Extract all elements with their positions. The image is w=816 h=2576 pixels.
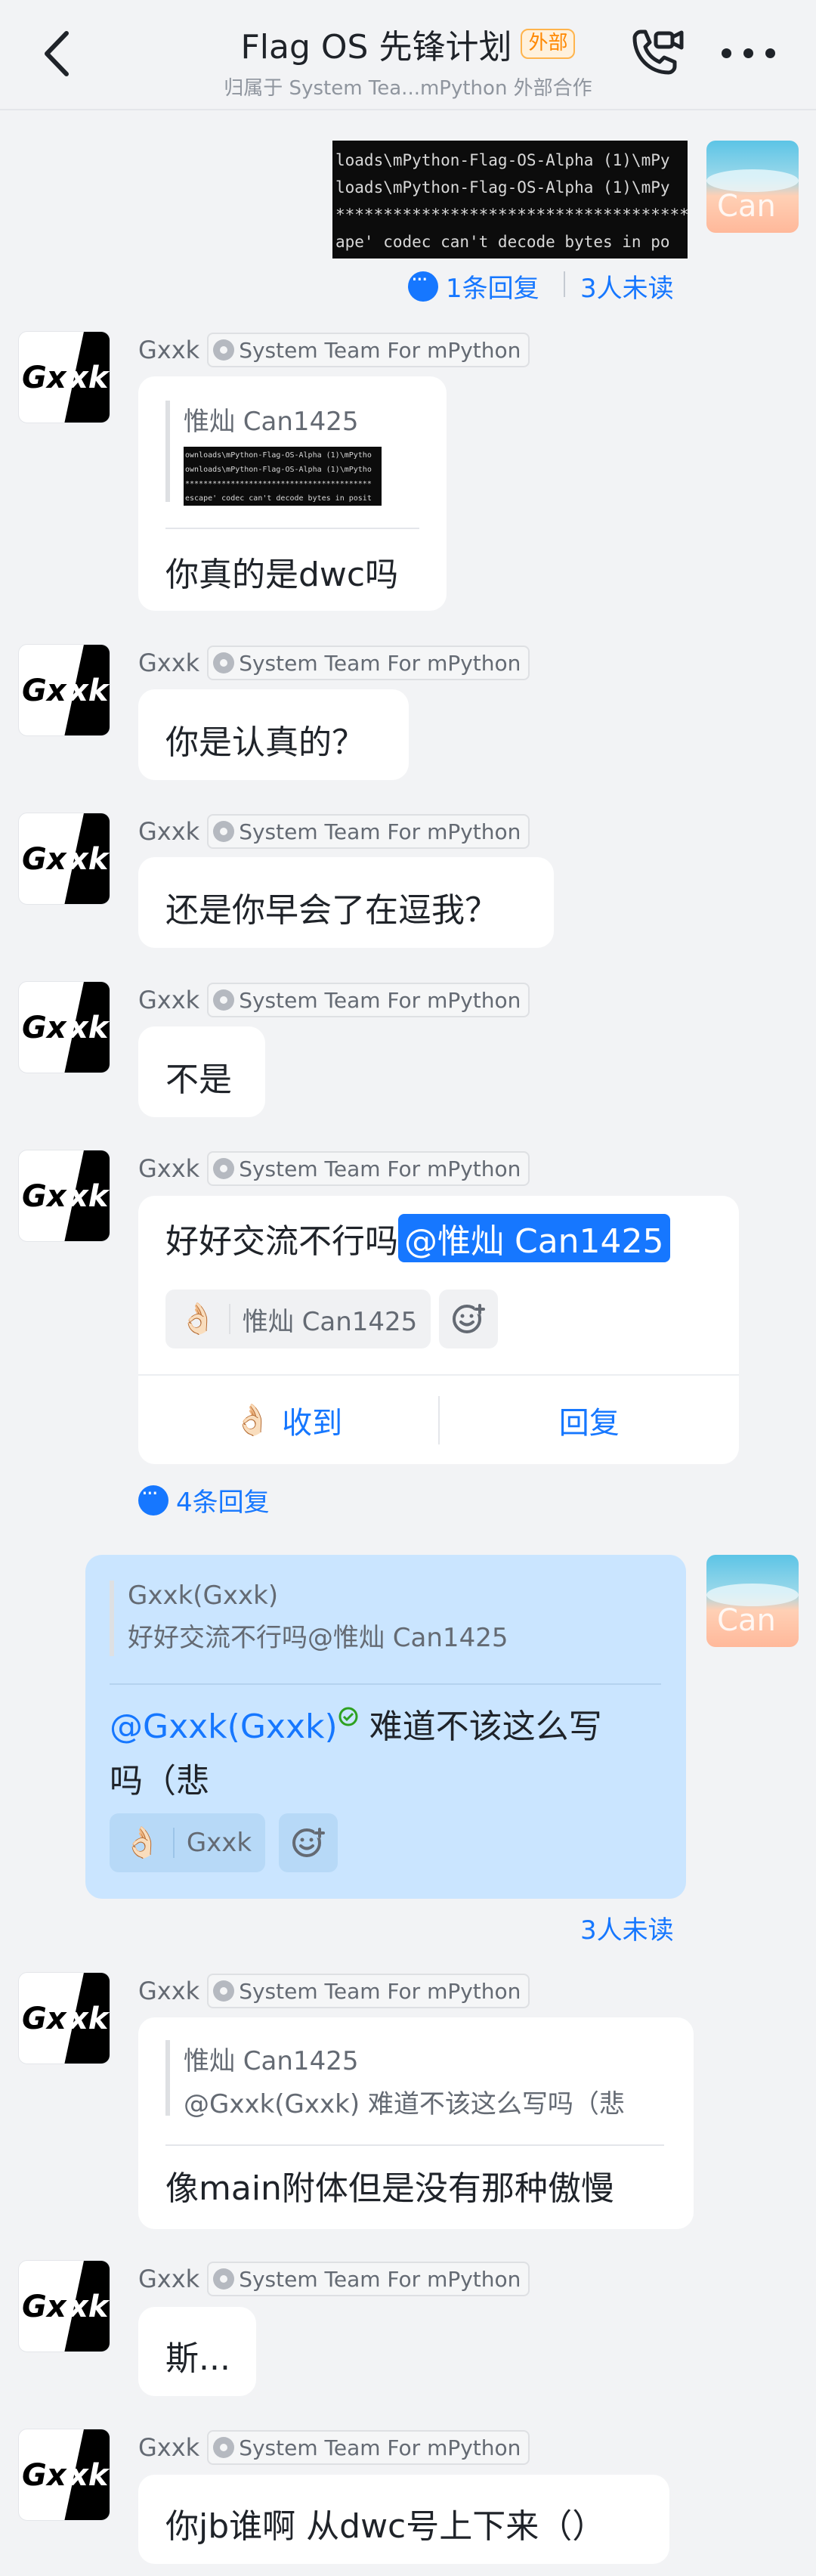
quoted-message[interactable]: 惟灿 Can1425 ownloads\mPython-Flag-OS-Alph… bbox=[165, 401, 382, 506]
message-action-row: 👌🏻 收到 回复 bbox=[138, 1374, 739, 1464]
emoji-add-icon bbox=[292, 1828, 325, 1857]
message-bubble[interactable]: 你jb谁啊 从dwc号上下来（） bbox=[138, 2475, 669, 2564]
message-bubble[interactable]: 还是你早会了在逗我？ bbox=[138, 857, 554, 948]
chat-subtitle: 归属于 System Tea...mPython 外部合作 bbox=[224, 77, 592, 100]
message-text: 你真的是dwc吗 bbox=[165, 556, 399, 594]
reaction-chip[interactable]: 👌🏻 Gxxk bbox=[110, 1813, 266, 1872]
chat-bubble-icon bbox=[138, 1481, 168, 1516]
screenshot-image[interactable]: loads\mPython-Flag-OS-Alpha (1)\mPy load… bbox=[332, 141, 688, 259]
quoted-message[interactable]: Gxxk(Gxxk) 好好交流不行吗@惟灿 Can1425 bbox=[110, 1581, 508, 1656]
avatar-gxxk[interactable]: Gx xk bbox=[18, 813, 110, 905]
reply-button[interactable]: 回复 bbox=[440, 1376, 740, 1464]
sender-row: Gxxk System Team For mPython bbox=[138, 2262, 530, 2296]
avatar-gxxk[interactable]: Gx xk bbox=[18, 1150, 110, 1242]
reply-count-link[interactable]: 1条回复 bbox=[408, 267, 539, 305]
team-tag: System Team For mPython bbox=[207, 2262, 530, 2296]
avatar-gxxk[interactable]: Gx xk bbox=[18, 644, 110, 736]
verified-check-icon bbox=[338, 1707, 358, 1726]
message-bubble[interactable]: 惟灿 Can1425 ownloads\mPython-Flag-OS-Alph… bbox=[138, 376, 447, 611]
team-icon bbox=[213, 339, 235, 361]
team-icon bbox=[213, 2437, 235, 2458]
message-text: @Gxxk(Gxxk) 难道不该这么写 吗（悲 bbox=[110, 1707, 602, 1800]
team-icon bbox=[213, 2268, 235, 2290]
message-bubble[interactable]: 你是认真的？ bbox=[138, 689, 409, 780]
team-tag: System Team For mPython bbox=[207, 2430, 530, 2465]
sender-row: Gxxk System Team For mPython bbox=[138, 333, 530, 367]
message-bubble[interactable]: 不是 bbox=[138, 1026, 265, 1117]
avatar-self[interactable]: Can bbox=[706, 141, 799, 233]
emoji-add-icon bbox=[453, 1304, 485, 1333]
quoted-message[interactable]: 惟灿 Can1425 @Gxxk(Gxxk) 难道不该这么写吗（悲 bbox=[165, 2040, 660, 2119]
unread-status[interactable]: 3人未读 bbox=[580, 1909, 674, 1946]
message-text: 你jb谁啊 从dwc号上下来（） bbox=[165, 2507, 606, 2546]
sender-row: Gxxk System Team For mPython bbox=[138, 1974, 530, 2008]
team-icon bbox=[213, 1980, 235, 2002]
message-bubble[interactable]: 好好交流不行吗 @惟灿 Can1425 👌🏻 惟灿 Can1425 👌🏻 收到 回… bbox=[138, 1196, 739, 1464]
ok-hand-icon: 👌🏻 bbox=[179, 1302, 217, 1336]
team-icon bbox=[213, 821, 235, 842]
message-text: 像main附体但是没有那种傲慢 bbox=[165, 2169, 614, 2208]
reaction-chip[interactable]: 👌🏻 惟灿 Can1425 bbox=[165, 1290, 431, 1348]
message-bubble[interactable]: 惟灿 Can1425 @Gxxk(Gxxk) 难道不该这么写吗（悲 像main附… bbox=[138, 2017, 694, 2229]
team-tag: System Team For mPython bbox=[207, 1151, 530, 1186]
unread-status[interactable]: 3人未读 bbox=[580, 268, 674, 305]
external-badge: 外部 bbox=[521, 29, 576, 59]
message-text: 好好交流不行吗 @惟灿 Can1425 bbox=[165, 1214, 670, 1262]
team-tag: System Team For mPython bbox=[207, 814, 530, 849]
message-text: 斯... bbox=[165, 2339, 230, 2378]
team-icon bbox=[213, 1158, 235, 1179]
avatar-self[interactable]: Can bbox=[706, 1555, 799, 1647]
avatar-gxxk[interactable]: Gx xk bbox=[18, 981, 110, 1073]
avatar-gxxk[interactable]: Gx xk bbox=[18, 331, 110, 423]
team-icon bbox=[213, 989, 235, 1011]
sender-row: Gxxk System Team For mPython bbox=[138, 646, 530, 680]
chat-header: Flag OS 先锋计划 外部 归属于 System Tea...mPython… bbox=[0, 0, 816, 110]
mention-tag[interactable]: @惟灿 Can1425 bbox=[398, 1214, 670, 1262]
received-button[interactable]: 👌🏻 收到 bbox=[138, 1376, 438, 1464]
ok-hand-icon: 👌🏻 bbox=[233, 1402, 272, 1438]
team-tag: System Team For mPython bbox=[207, 646, 530, 680]
chat-title-block[interactable]: Flag OS 先锋计划 外部 归属于 System Tea...mPython… bbox=[0, 20, 816, 101]
message-text: 还是你早会了在逗我？ bbox=[165, 891, 498, 930]
sender-row: Gxxk System Team For mPython bbox=[138, 983, 530, 1017]
team-tag: System Team For mPython bbox=[207, 1974, 530, 2008]
team-icon bbox=[213, 652, 235, 673]
add-reaction-button[interactable] bbox=[279, 1813, 338, 1872]
more-options-icon[interactable] bbox=[722, 48, 776, 59]
chat-bubble-icon bbox=[408, 267, 438, 302]
team-tag: System Team For mPython bbox=[207, 983, 530, 1017]
sender-row: Gxxk System Team For mPython bbox=[138, 2430, 530, 2465]
message-text: 你是认真的？ bbox=[165, 723, 365, 762]
message-bubble[interactable]: 斯... bbox=[138, 2307, 256, 2396]
sender-row: Gxxk System Team For mPython bbox=[138, 1151, 530, 1186]
add-reaction-button[interactable] bbox=[439, 1290, 498, 1348]
avatar-gxxk[interactable]: Gx xk bbox=[18, 2260, 110, 2352]
avatar-gxxk[interactable]: Gx xk bbox=[18, 1972, 110, 2064]
sender-row: Gxxk System Team For mPython bbox=[138, 814, 530, 849]
message-text: 不是 bbox=[165, 1060, 232, 1099]
message-bubble-self[interactable]: Gxxk(Gxxk) 好好交流不行吗@惟灿 Can1425 @Gxxk(Gxxk… bbox=[85, 1555, 686, 1899]
video-call-icon[interactable] bbox=[627, 27, 685, 82]
team-tag: System Team For mPython bbox=[207, 333, 530, 367]
avatar-gxxk[interactable]: Gx xk bbox=[18, 2429, 110, 2521]
ok-hand-icon: 👌🏻 bbox=[123, 1825, 161, 1860]
quoted-image[interactable]: ownloads\mPython-Flag-OS-Alpha (1)\mPyth… bbox=[184, 447, 382, 506]
mention-link[interactable]: @Gxxk(Gxxk) bbox=[110, 1708, 338, 1746]
reply-count-link[interactable]: 4条回复 bbox=[138, 1481, 270, 1519]
chat-title: Flag OS 先锋计划 bbox=[240, 28, 512, 67]
